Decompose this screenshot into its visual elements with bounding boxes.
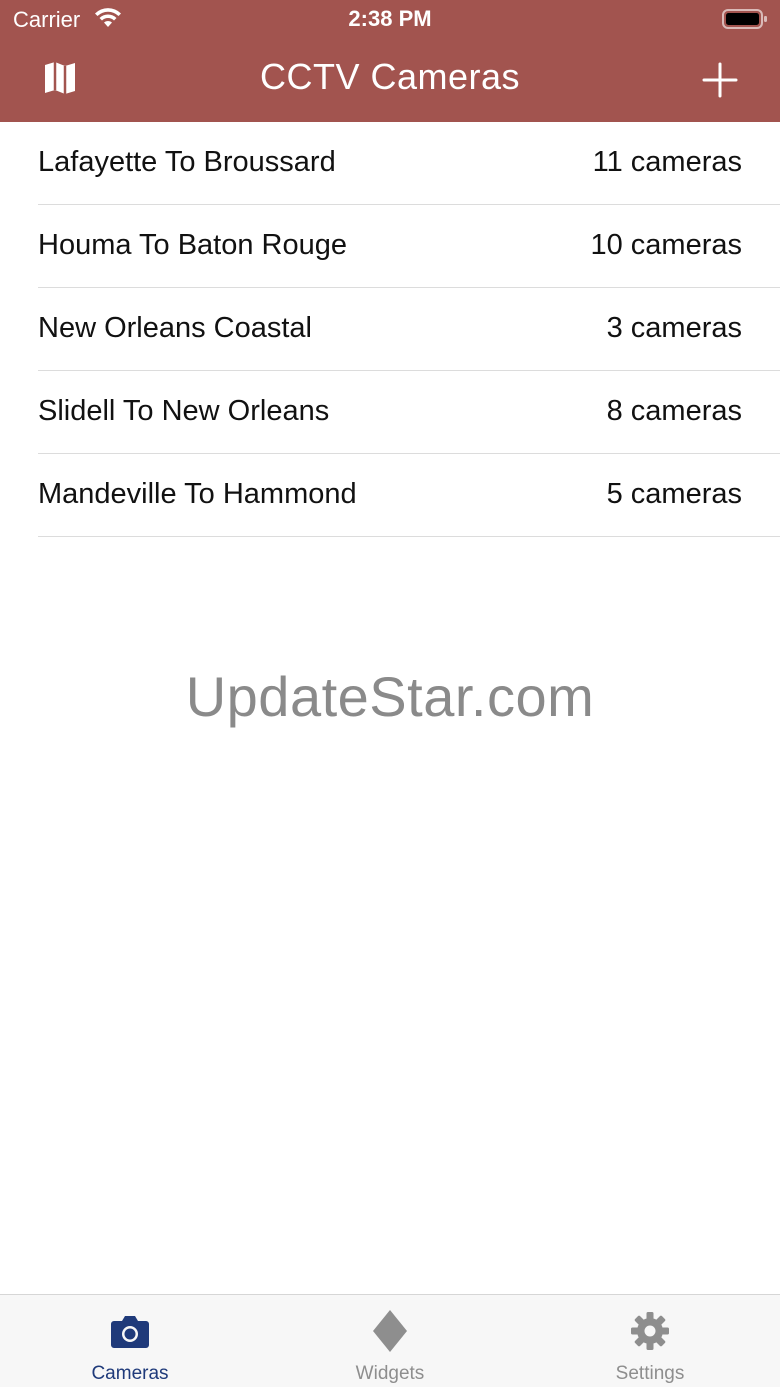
watermark: UpdateStar.com	[185, 665, 595, 728]
app-screen: Carrier 2:38 PM CCTV Cameras Lafayette T…	[0, 0, 780, 1387]
list-item-count: 11 cameras	[592, 146, 742, 178]
add-button[interactable]	[698, 58, 742, 102]
page-title: CCTV Cameras	[259, 56, 521, 97]
list-item-label: Lafayette To Broussard	[38, 146, 336, 178]
camera-icon	[111, 1316, 149, 1348]
status-bar: Carrier 2:38 PM	[0, 0, 780, 40]
list-item-label: New Orleans Coastal	[38, 312, 312, 344]
tab-cameras[interactable]: Cameras	[0, 1295, 260, 1387]
list-item-count: 10 cameras	[590, 229, 742, 261]
tab-widgets[interactable]: Widgets	[260, 1295, 520, 1387]
list-item-label: Mandeville To Hammond	[38, 478, 357, 510]
gear-icon	[631, 1312, 669, 1350]
tab-label: Cameras	[91, 1363, 169, 1384]
status-time: 2:38 PM	[348, 6, 432, 31]
diamond-icon	[373, 1310, 407, 1352]
list-item-label: Slidell To New Orleans	[38, 395, 330, 427]
list-item[interactable]: Lafayette To Broussard 11 cameras	[0, 122, 780, 205]
list-item-count: 3 cameras	[606, 312, 742, 344]
list-item-count: 8 cameras	[606, 395, 742, 427]
plus-icon	[702, 62, 738, 98]
tab-bar: Cameras Widgets Settings	[0, 1294, 780, 1387]
list-item-label: Houma To Baton Rouge	[38, 229, 348, 261]
list-item[interactable]: New Orleans Coastal 3 cameras	[0, 288, 780, 371]
header: Carrier 2:38 PM CCTV Cameras	[0, 0, 780, 122]
tab-label: Widgets	[355, 1363, 425, 1384]
list-item[interactable]: Slidell To New Orleans 8 cameras	[0, 371, 780, 454]
list-item-count: 5 cameras	[606, 478, 742, 510]
navigation-bar: CCTV Cameras	[0, 40, 780, 122]
tab-label: Settings	[615, 1363, 685, 1384]
list-item[interactable]: Houma To Baton Rouge 10 cameras	[0, 205, 780, 288]
camera-group-list: Lafayette To Broussard 11 cameras Houma …	[0, 122, 780, 537]
list-item[interactable]: Mandeville To Hammond 5 cameras	[0, 454, 780, 537]
battery-icon	[722, 9, 767, 29]
tab-settings[interactable]: Settings	[520, 1295, 780, 1387]
